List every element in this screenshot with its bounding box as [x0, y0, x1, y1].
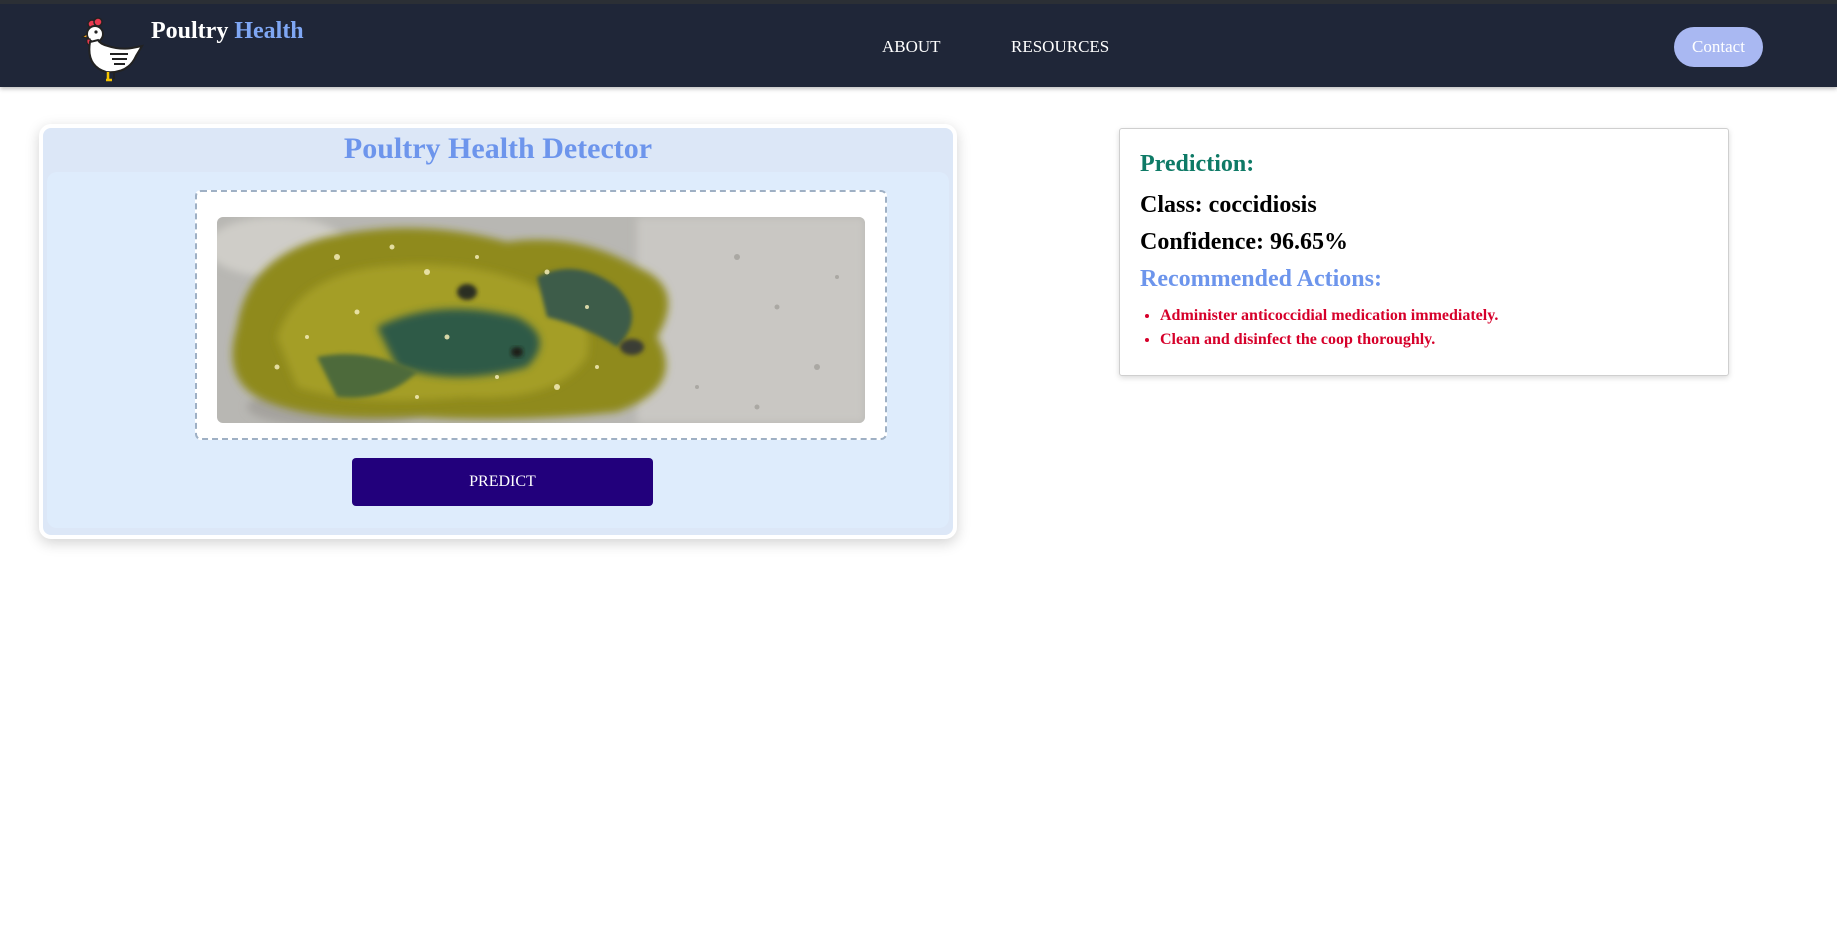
nav-link-about[interactable]: ABOUT — [882, 37, 941, 57]
recommended-actions-heading: Recommended Actions: — [1140, 266, 1382, 292]
prediction-heading: Prediction: — [1140, 151, 1255, 177]
brand-accent: Health — [234, 18, 304, 44]
prediction-class: Class: coccidiosis — [1140, 192, 1317, 218]
image-drop-zone[interactable] — [195, 190, 887, 440]
predict-button[interactable]: PREDICT — [352, 458, 653, 506]
detector-title: Poultry Health Detector — [343, 132, 653, 165]
brand-primary: Poultry — [151, 18, 229, 44]
detector-card: Poultry Health Detector PREDICT — [39, 124, 957, 539]
navbar: Poultry Health ABOUT RESOURCES Contact — [0, 0, 1837, 87]
recommended-actions-list: Administer anticoccidial medication imme… — [1140, 304, 1498, 352]
droppings-image — [217, 217, 865, 423]
action-item: Administer anticoccidial medication imme… — [1160, 304, 1498, 328]
contact-button[interactable]: Contact — [1674, 27, 1763, 67]
action-item: Clean and disinfect the coop thoroughly. — [1160, 328, 1498, 352]
detector-panel: PREDICT — [47, 172, 949, 528]
nav-link-resources[interactable]: RESOURCES — [1011, 37, 1109, 57]
brand-name[interactable]: Poultry Health — [151, 18, 304, 45]
prediction-result-card: Prediction: Class: coccidiosis Confidenc… — [1119, 128, 1729, 376]
chicken-logo-icon[interactable] — [80, 16, 145, 84]
uploaded-image-preview — [217, 217, 865, 423]
prediction-confidence: Confidence: 96.65% — [1140, 229, 1348, 255]
